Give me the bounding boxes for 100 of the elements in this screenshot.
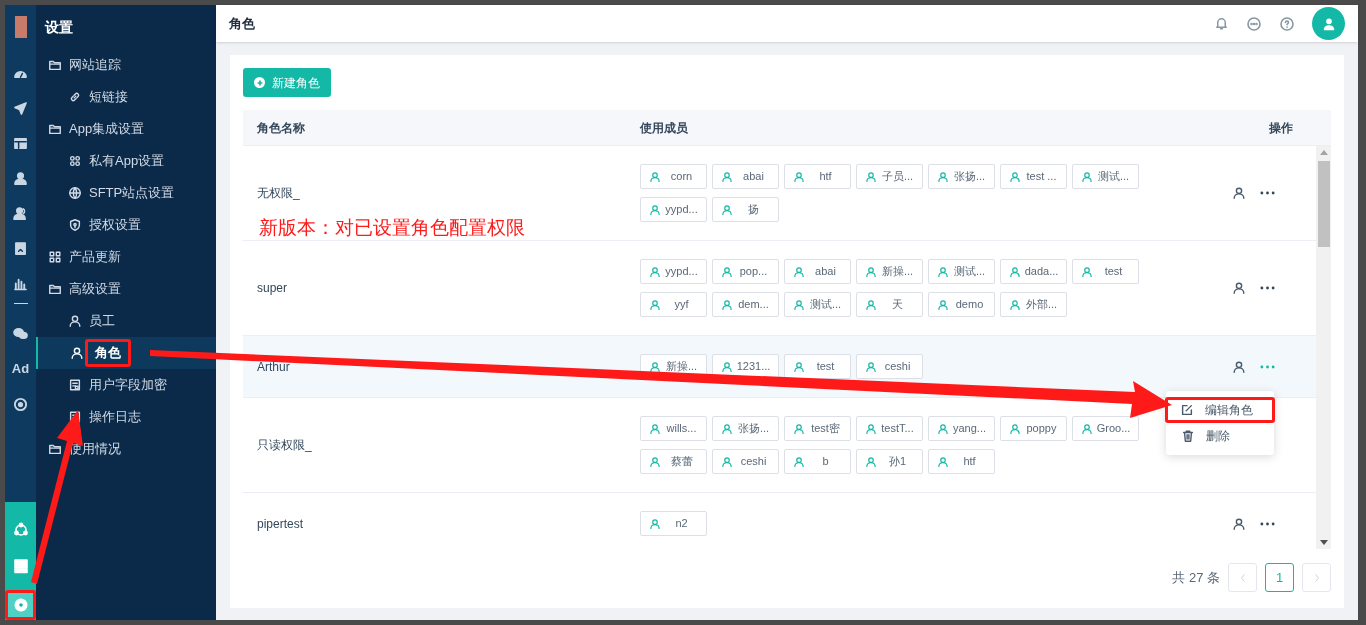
member-tag: 张扬... — [712, 416, 779, 441]
member-tag: 新操... — [856, 259, 923, 284]
sidebar-item[interactable]: SFTP站点设置 — [36, 177, 216, 209]
user-icon — [721, 170, 733, 183]
sidebar-item[interactable]: App集成设置 — [36, 113, 216, 145]
chat-icon[interactable] — [13, 326, 28, 341]
member-tag: test — [1072, 259, 1139, 284]
member-tag: 测试... — [784, 292, 851, 317]
shield-icon — [68, 218, 82, 232]
user-icon — [649, 360, 661, 373]
scrollbar[interactable] — [1316, 146, 1331, 549]
member-tag: 天 — [856, 292, 923, 317]
chevron-left-icon — [1239, 572, 1246, 583]
user-icon — [865, 298, 877, 311]
column-header: 角色名称 — [256, 119, 306, 137]
user-icon — [793, 170, 805, 183]
sidebar-item[interactable]: 角色 — [36, 337, 216, 369]
member-tag: 子员... — [856, 164, 923, 189]
member-tag: ceshi — [856, 354, 923, 379]
user-icon — [865, 360, 877, 373]
user-icon — [70, 346, 84, 360]
user-icon — [721, 360, 733, 373]
member-tag: poppy — [1000, 416, 1067, 441]
member-tag: 外部... — [1000, 292, 1067, 317]
user-icon — [649, 170, 661, 183]
role-name: super — [256, 280, 289, 297]
person-icon[interactable] — [13, 171, 28, 186]
user-icon — [649, 265, 661, 278]
globe-icon — [68, 186, 82, 200]
user-icon — [937, 298, 949, 311]
sidebar-item[interactable]: 授权设置 — [36, 209, 216, 241]
member-tag: dem... — [712, 292, 779, 317]
apps-icon — [68, 154, 82, 168]
member-tag: yypd... — [640, 259, 707, 284]
user-icon — [1009, 298, 1021, 311]
user-icon — [865, 170, 877, 183]
user-icon — [649, 422, 661, 435]
bell-icon[interactable] — [1214, 16, 1229, 31]
document-icon — [68, 378, 82, 392]
member-tag: test — [784, 354, 851, 379]
member-tag: htf — [784, 164, 851, 189]
member-tag: 张扬... — [928, 164, 995, 189]
user-icon — [1009, 422, 1021, 435]
member-tag: htf — [928, 449, 995, 474]
sidebar-item[interactable]: 用户字段加密 — [36, 369, 216, 401]
role-name: 只读权限_ — [256, 437, 313, 454]
user-icon[interactable] — [1232, 281, 1246, 295]
page-title: 角色 — [229, 14, 255, 33]
member-tag: Groo... — [1072, 416, 1139, 441]
sidebar-item[interactable]: 高级设置 — [36, 273, 216, 305]
menu-item[interactable]: 编辑角色 — [1165, 397, 1275, 423]
user-icon[interactable] — [1232, 516, 1246, 531]
sidebar-item[interactable]: 网站追踪 — [36, 49, 216, 81]
sidebar-item[interactable]: 员工 — [36, 305, 216, 337]
column-header: 使用成员 — [640, 119, 689, 137]
user-icon — [721, 298, 733, 311]
ad-label[interactable]: Ad — [11, 359, 30, 379]
role-name: 无权限_ — [256, 185, 301, 202]
sidebar-item[interactable]: 短链接 — [36, 81, 216, 113]
sidebar-item[interactable]: 私有App设置 — [36, 145, 216, 177]
member-tag: ceshi — [712, 449, 779, 474]
people-icon[interactable] — [13, 206, 28, 221]
edit-icon — [1180, 403, 1194, 417]
sidebar-item[interactable]: 产品更新 — [36, 241, 216, 273]
user-icon[interactable] — [1232, 186, 1246, 200]
role-name: Arthur — [256, 358, 291, 376]
trash-icon — [1181, 429, 1195, 443]
bookmark-icon[interactable] — [13, 241, 28, 256]
help-icon[interactable] — [1279, 15, 1295, 32]
member-tag: 蔡蕾 — [640, 449, 707, 474]
logo-icon[interactable] — [14, 16, 27, 38]
user-icon — [937, 455, 949, 468]
more-button[interactable] — [1260, 521, 1275, 526]
user-icon — [649, 455, 661, 468]
member-tag: wills... — [640, 416, 707, 441]
member-tag: dada... — [1000, 259, 1067, 284]
send-icon[interactable] — [13, 101, 28, 116]
folder-icon — [48, 122, 62, 136]
plus-icon — [254, 77, 265, 88]
target-icon[interactable] — [13, 396, 28, 412]
user-icon — [1081, 422, 1093, 435]
user-icon — [649, 298, 661, 311]
more-button[interactable] — [1260, 286, 1275, 290]
user-icon — [649, 517, 661, 530]
chevron-right-icon — [1313, 572, 1320, 583]
member-tag: corn — [640, 164, 707, 189]
menu-item[interactable]: 删除 — [1166, 423, 1274, 449]
user-icon — [937, 265, 949, 278]
bar-chart-icon[interactable] — [13, 276, 28, 291]
more-button[interactable] — [1260, 191, 1275, 195]
layout-icon[interactable] — [13, 136, 28, 151]
user-icon — [865, 422, 877, 435]
user-icon — [649, 203, 661, 216]
user-icon — [1009, 265, 1021, 278]
user-icon — [721, 265, 733, 278]
member-tag: 测试... — [1072, 164, 1139, 189]
user-icon — [1009, 170, 1021, 183]
folder-icon — [48, 282, 62, 296]
user-icon[interactable] — [1232, 359, 1246, 374]
user-icon — [1081, 170, 1093, 183]
